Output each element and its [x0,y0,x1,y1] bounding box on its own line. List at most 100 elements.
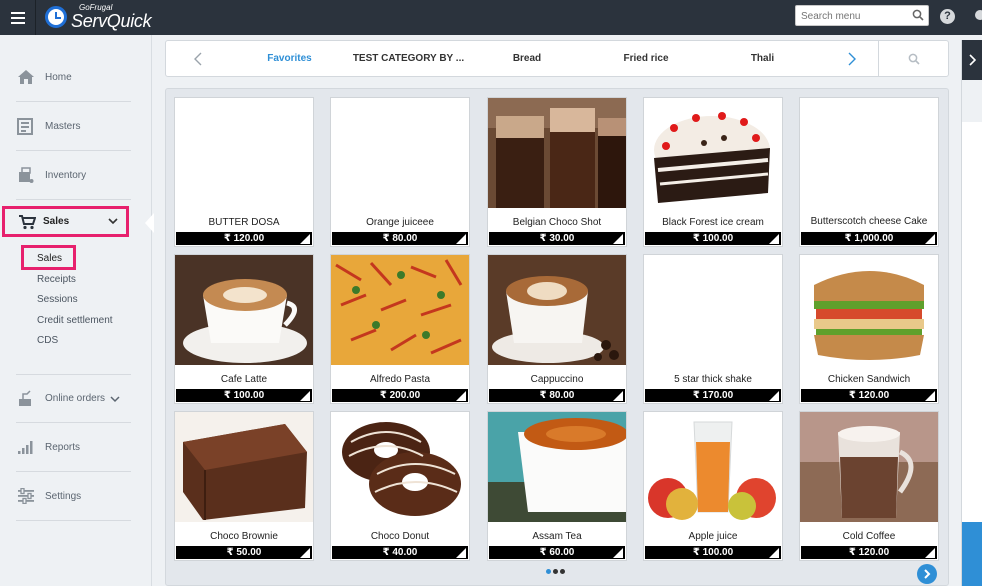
hamburger-icon [10,11,25,24]
product-tile[interactable]: Assam Tea ₹ 60.00 [487,411,627,561]
sales-submenu: Sales Receipts Sessions Credit settlemen… [37,249,113,352]
product-tile[interactable]: Belgian Choco Shot ₹ 30.00 [487,97,627,247]
tab-favorites[interactable]: Favorites [256,41,323,76]
top-bar: GoFrugal ServQuick ? [0,0,982,35]
product-name: Choco Donut [370,531,430,542]
product-tile[interactable]: Chicken Sandwich ₹ 120.00 [799,254,939,404]
clock-logo-icon [45,6,67,28]
product-price: ₹ 120.00 [801,389,937,402]
page-dot-3[interactable] [560,569,565,574]
sidebar-item-masters[interactable]: Masters [16,102,131,151]
page-indicator [546,569,565,574]
category-next-button[interactable] [837,41,867,76]
submenu-item-cds[interactable]: CDS [37,331,113,352]
product-image-placeholder [644,255,782,365]
help-icon[interactable]: ? [940,9,955,24]
active-pointer [145,213,154,233]
product-price: ₹ 120.00 [176,232,312,245]
search-menu-box [795,5,929,26]
product-name: Chicken Sandwich [827,374,911,385]
cart-icon [19,214,36,229]
product-tile[interactable]: 5 star thick shake ₹ 170.00 [643,254,783,404]
product-image-placeholder [331,98,469,208]
page-dot-1[interactable] [546,569,551,574]
sidebar-item-settings[interactable]: Settings [16,472,131,521]
reports-icon [16,437,36,457]
masters-icon [16,116,36,136]
choco-brownie-image [175,412,313,522]
product-tile[interactable]: Black Forest ice cream ₹ 100.00 [643,97,783,247]
product-price: ₹ 200.00 [332,389,468,402]
submenu-item-credit-settlement[interactable]: Credit settlement [37,311,113,332]
sidebar-item-label: Online orders [45,393,106,404]
product-tile[interactable]: Cafe Latte ₹ 100.00 [174,254,314,404]
category-bar: Favorites TEST CATEGORY BY ... Bread Fri… [165,40,949,77]
product-price: ₹ 30.00 [489,232,625,245]
sidebar-item-label: Sales [43,216,70,227]
product-name: Cafe Latte [220,374,268,385]
product-price: ₹ 170.00 [645,389,781,402]
sidebar-item-label: Home [45,71,72,83]
black-forest-image [644,98,782,208]
product-name: Cappuccino [530,374,584,385]
product-name: 5 star thick shake [674,374,752,385]
chevron-left-icon [194,52,202,65]
category-search-button[interactable] [878,41,949,76]
product-image-placeholder [175,98,313,208]
product-tile[interactable]: Cappuccino ₹ 80.00 [487,254,627,404]
sidebar: Home Masters Inventory Sales Sales Recei… [0,35,154,586]
product-tile[interactable]: Choco Donut ₹ 40.00 [330,411,470,561]
order-panel-toggle[interactable] [962,40,982,80]
product-name: Assam Tea [532,531,582,542]
tab-thali[interactable]: Thali [734,41,791,76]
product-name: Butterscotch cheese Cake [810,216,928,227]
brand-logo[interactable]: GoFrugal ServQuick [45,2,152,32]
product-price: ₹ 50.00 [176,546,312,559]
tab-fried-rice[interactable]: Fried rice [611,41,681,76]
sidebar-item-label: Masters [45,120,81,132]
online-orders-icon [16,389,36,409]
sidebar-item-sales[interactable]: Sales [2,206,129,237]
hamburger-menu-button[interactable] [0,0,36,35]
submenu-item-sales[interactable]: Sales [37,249,113,270]
product-price: ₹ 40.00 [332,546,468,559]
chevron-right-icon [969,54,976,66]
user-icon[interactable] [972,8,982,22]
product-name: Orange juiceee [366,217,434,228]
inventory-icon [16,165,36,185]
sidebar-item-reports[interactable]: Reports [16,423,131,472]
sidebar-item-inventory[interactable]: Inventory [16,151,131,200]
sidebar-item-online-orders[interactable]: Online orders [16,374,131,423]
product-name: Black Forest ice cream [662,217,764,228]
search-menu-input[interactable] [796,7,906,26]
category-prev-button[interactable] [183,41,213,76]
search-icon[interactable] [912,9,924,21]
cappuccino-image [488,255,626,365]
page-dot-2[interactable] [553,569,558,574]
product-tile[interactable]: Butterscotch cheese Cake ₹ 1,000.00 [799,97,939,247]
alfredo-pasta-image [331,255,469,365]
order-panel-action-button[interactable] [962,522,982,586]
tab-test-category[interactable]: TEST CATEGORY BY ... [346,41,471,76]
next-page-button[interactable] [917,564,937,584]
chevron-down-icon [108,218,118,225]
cafe-latte-image [175,255,313,365]
sidebar-item-home[interactable]: Home [16,53,131,102]
chicken-sandwich-image [800,255,938,365]
product-name: BUTTER DOSA [208,217,280,228]
product-name: Belgian Choco Shot [512,217,602,228]
product-tile[interactable]: Choco Brownie ₹ 50.00 [174,411,314,561]
submenu-item-receipts[interactable]: Receipts [37,270,113,291]
product-tile[interactable]: Apple juice ₹ 100.00 [643,411,783,561]
product-tile[interactable]: Alfredo Pasta ₹ 200.00 [330,254,470,404]
product-tile[interactable]: Orange juiceee ₹ 80.00 [330,97,470,247]
product-tile[interactable]: Cold Coffee ₹ 120.00 [799,411,939,561]
chevron-right-icon [924,569,931,579]
product-tile[interactable]: BUTTER DOSA ₹ 120.00 [174,97,314,247]
apple-juice-image [644,412,782,522]
tab-bread[interactable]: Bread [496,41,558,76]
brand-title: ServQuick [71,11,152,31]
cold-coffee-image [800,412,938,522]
submenu-item-sessions[interactable]: Sessions [37,290,113,311]
product-price: ₹ 100.00 [176,389,312,402]
